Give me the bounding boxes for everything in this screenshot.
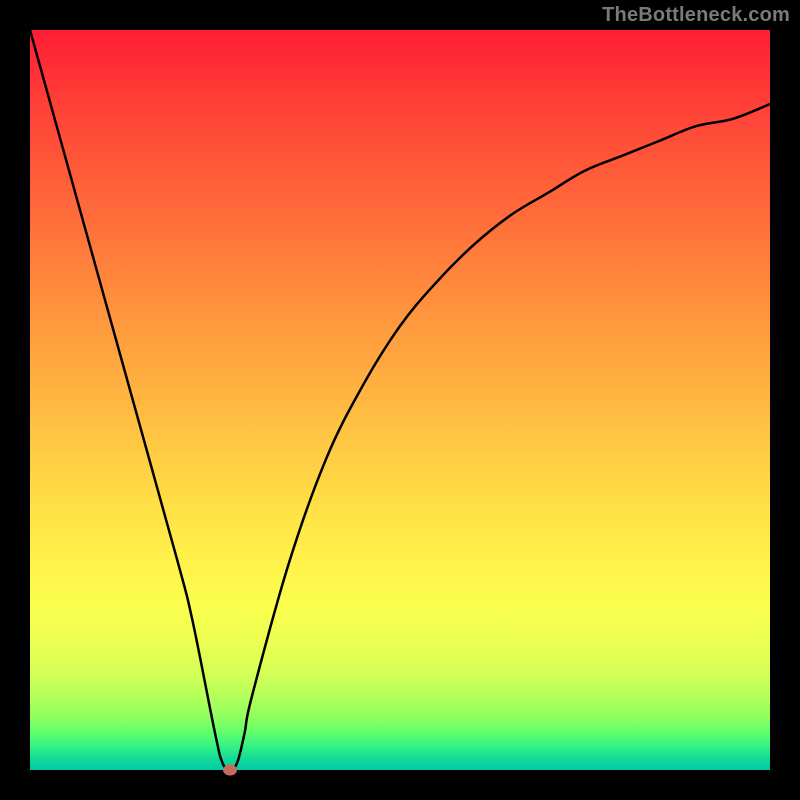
attribution-text: TheBottleneck.com [602, 4, 790, 27]
bottleneck-curve [30, 30, 770, 770]
plot-area [30, 30, 770, 770]
minimum-marker [223, 765, 237, 776]
chart-frame: TheBottleneck.com [0, 0, 800, 800]
